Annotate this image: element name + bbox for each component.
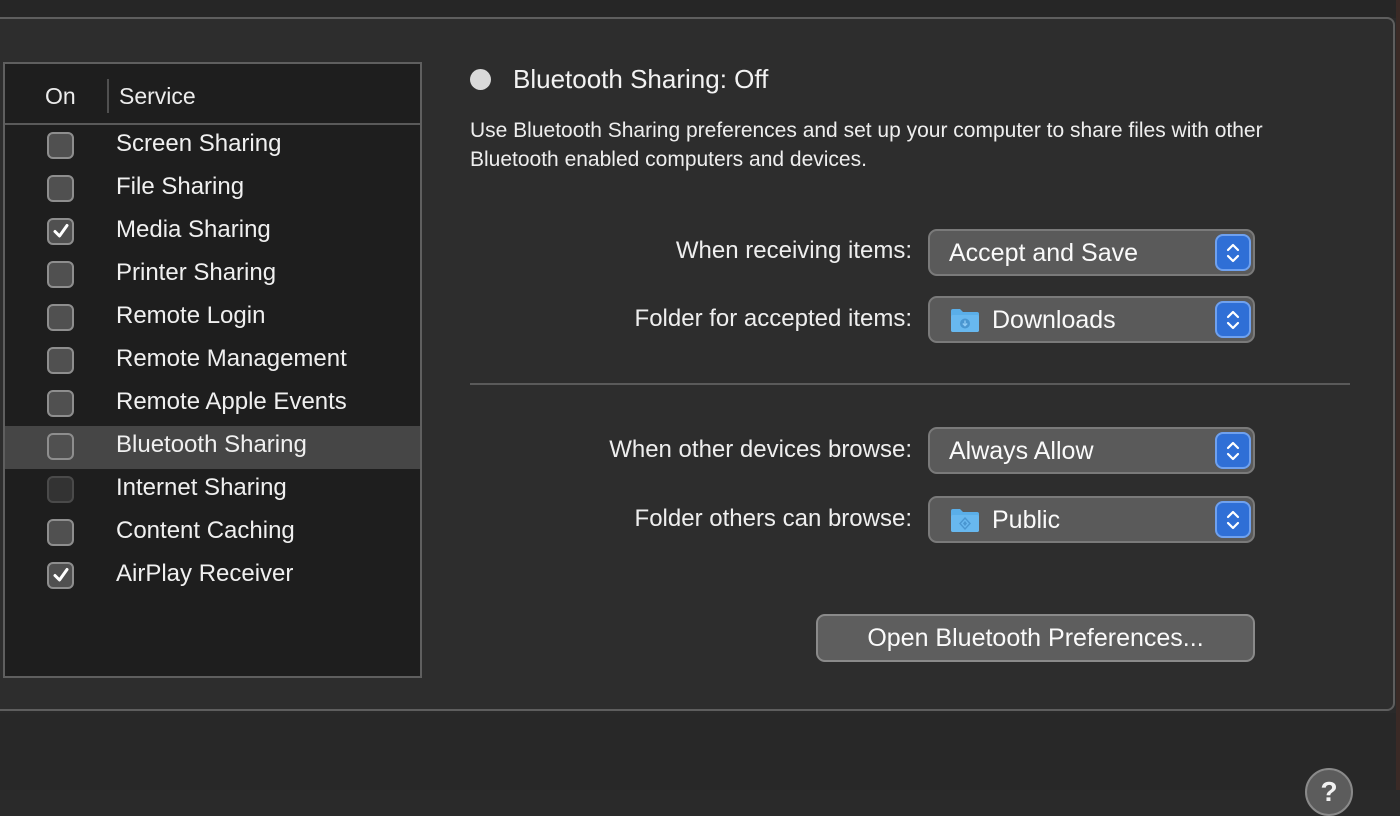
window-edge bbox=[1396, 0, 1400, 790]
section-divider bbox=[470, 383, 1350, 385]
service-checkbox[interactable] bbox=[47, 132, 74, 159]
service-label: Remote Management bbox=[116, 345, 347, 372]
service-row[interactable]: Printer Sharing bbox=[5, 254, 420, 297]
service-checkbox[interactable] bbox=[47, 519, 74, 546]
popup-stepper-icon bbox=[1215, 501, 1251, 538]
browse-permission-value: Always Allow bbox=[949, 437, 1094, 465]
popup-stepper-icon bbox=[1215, 234, 1251, 271]
browse-label: When other devices browse: bbox=[609, 436, 912, 463]
open-bluetooth-preferences-button[interactable]: Open Bluetooth Preferences... bbox=[816, 614, 1255, 662]
service-row[interactable]: Bluetooth Sharing bbox=[5, 426, 420, 469]
service-row[interactable]: Internet Sharing bbox=[5, 469, 420, 512]
service-rows: Screen Sharing File Sharing Media Sharing P… bbox=[5, 125, 420, 598]
window-bottom-area bbox=[0, 713, 1400, 790]
receiving-items-label: When receiving items: bbox=[675, 237, 912, 264]
service-row[interactable]: Screen Sharing bbox=[5, 125, 420, 168]
browse-folder-popup[interactable]: Public bbox=[928, 496, 1255, 543]
browse-folder-value: Public bbox=[992, 506, 1061, 534]
service-label: File Sharing bbox=[116, 173, 245, 200]
column-header-service[interactable]: Service bbox=[119, 83, 196, 110]
browse-folder-label: Folder others can browse: bbox=[634, 505, 912, 532]
service-checkbox[interactable] bbox=[47, 433, 74, 460]
service-checkbox[interactable] bbox=[47, 562, 74, 589]
service-row[interactable]: Media Sharing bbox=[5, 211, 420, 254]
service-row[interactable]: File Sharing bbox=[5, 168, 420, 211]
service-status-title: Bluetooth Sharing: Off bbox=[513, 64, 769, 94]
accepted-folder-popup[interactable]: Downloads bbox=[928, 296, 1255, 343]
service-row[interactable]: Content Caching bbox=[5, 512, 420, 555]
service-label: Printer Sharing bbox=[116, 259, 277, 286]
service-list-header: On Service bbox=[5, 64, 420, 125]
service-label: Internet Sharing bbox=[116, 474, 287, 501]
receiving-items-value: Accept and Save bbox=[949, 239, 1139, 267]
status-indicator-icon bbox=[470, 69, 491, 90]
service-row[interactable]: Remote Login bbox=[5, 297, 420, 340]
service-label: Screen Sharing bbox=[116, 130, 282, 157]
service-checkbox bbox=[47, 476, 74, 503]
checkmark-icon bbox=[53, 224, 69, 238]
popup-stepper-icon bbox=[1215, 432, 1251, 469]
service-label: Bluetooth Sharing bbox=[116, 431, 307, 458]
service-checkbox[interactable] bbox=[47, 261, 74, 288]
service-checkbox[interactable] bbox=[47, 390, 74, 417]
service-checkbox[interactable] bbox=[47, 304, 74, 331]
service-label: AirPlay Receiver bbox=[116, 560, 294, 587]
service-checkbox[interactable] bbox=[47, 347, 74, 374]
receiving-items-popup[interactable]: Accept and Save bbox=[928, 229, 1255, 276]
service-label: Remote Apple Events bbox=[116, 388, 347, 415]
column-separator[interactable] bbox=[107, 79, 109, 113]
accepted-folder-value: Downloads bbox=[992, 306, 1116, 334]
help-button[interactable]: ? bbox=[1305, 768, 1353, 816]
service-description: Use Bluetooth Sharing preferences and se… bbox=[470, 119, 1263, 171]
service-row[interactable]: Remote Management bbox=[5, 340, 420, 383]
service-checkbox[interactable] bbox=[47, 175, 74, 202]
service-label: Media Sharing bbox=[116, 216, 271, 243]
browse-permission-popup[interactable]: Always Allow bbox=[928, 427, 1255, 474]
accepted-folder-label: Folder for accepted items: bbox=[634, 305, 912, 332]
service-row[interactable]: AirPlay Receiver bbox=[5, 555, 420, 598]
downloads-folder-icon bbox=[950, 308, 980, 333]
service-row[interactable]: Remote Apple Events bbox=[5, 383, 420, 426]
checkmark-icon bbox=[53, 568, 69, 582]
public-folder-icon bbox=[950, 508, 980, 533]
service-label: Remote Login bbox=[116, 302, 266, 329]
service-checkbox[interactable] bbox=[47, 218, 74, 245]
service-label: Content Caching bbox=[116, 517, 295, 544]
column-header-on[interactable]: On bbox=[45, 83, 76, 110]
window-top-strip bbox=[0, 0, 1400, 18]
service-list: On Service Screen Sharing File Sharing Med… bbox=[3, 62, 422, 678]
popup-stepper-icon bbox=[1215, 301, 1251, 338]
